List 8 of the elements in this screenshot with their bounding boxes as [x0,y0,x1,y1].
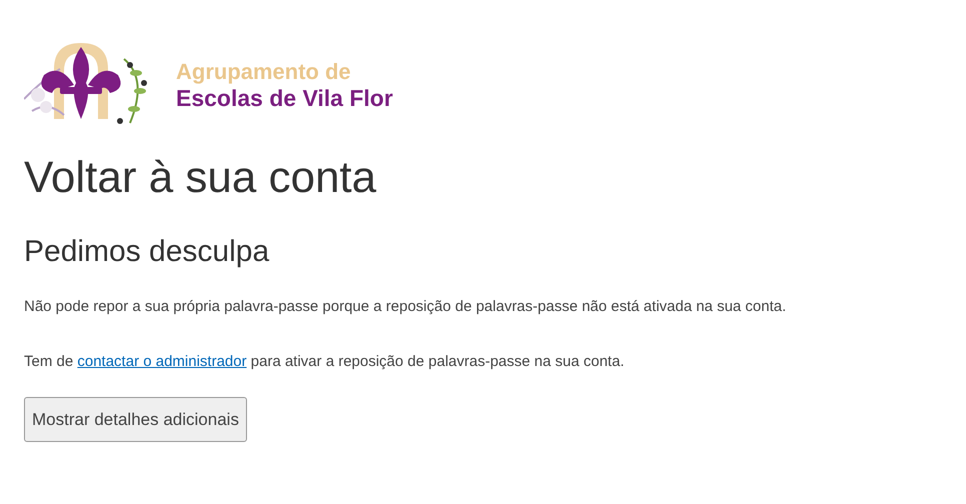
show-details-button[interactable]: Mostrar detalhes adicionais [24,397,247,442]
error-message: Não pode repor a sua própria palavra-passe porque a reposição de palavras-passe não está ativada na sua conta. [24,297,788,317]
contact-admin-link[interactable]: contactar o administrador [77,352,247,370]
section-title: Pedimos desculpa [24,234,270,270]
page-title: Voltar à sua conta [24,152,378,204]
logo-text: Escolas de Vila Flor [176,85,393,111]
instruction-text: Tem de contactar o administrador para ativar a reposição de palavras-passe na sua conta. [24,352,626,372]
logo-text: Agrupamento de [176,59,352,85]
